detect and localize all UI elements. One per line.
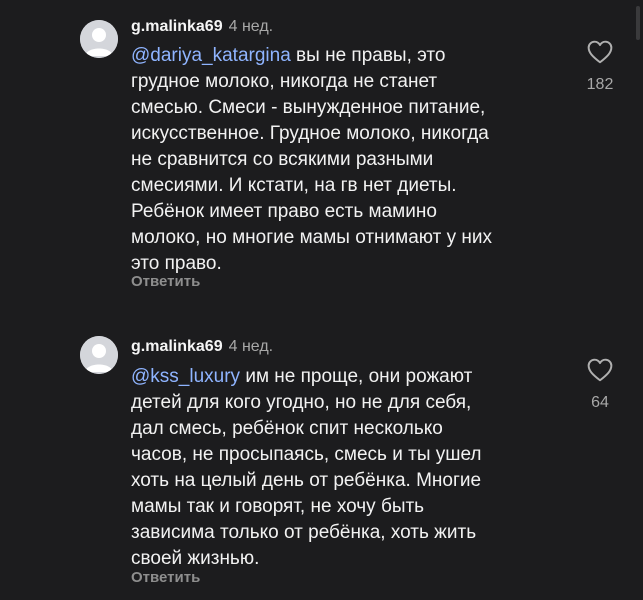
like-button[interactable]: 182 bbox=[580, 40, 620, 94]
text-line: мамы так и говорят, не хочу быть bbox=[131, 496, 425, 517]
timestamp: 4 нед. bbox=[228, 338, 274, 355]
scrollbar[interactable] bbox=[636, 6, 640, 40]
text-line: часов, не просыпаясь, смесь и ты ушел bbox=[131, 444, 482, 465]
default-avatar-icon bbox=[80, 20, 118, 58]
like-button[interactable]: 64 bbox=[580, 358, 620, 412]
username[interactable]: g.malinka69 bbox=[131, 18, 223, 35]
text-line: молоко, но многие мамы отнимают у них bbox=[131, 227, 492, 248]
mention-link[interactable]: @dariya_katargina bbox=[131, 45, 291, 66]
comment-text: @dariya_katargina вы не правы, это грудн… bbox=[131, 43, 571, 277]
heart-outline-icon bbox=[587, 358, 613, 382]
text-line: зависима только от ребёнка, хоть жить bbox=[131, 522, 477, 543]
like-count: 64 bbox=[591, 394, 609, 411]
comment-text: @kss_luxury им не проще, они рожают дете… bbox=[131, 364, 571, 572]
text-line: своей жизнью. bbox=[131, 548, 260, 569]
heart-outline-icon bbox=[587, 40, 613, 64]
reply-button[interactable]: Ответить bbox=[131, 569, 200, 586]
reply-button[interactable]: Ответить bbox=[131, 273, 200, 290]
text-line: это право. bbox=[131, 253, 222, 274]
text-line: смесью. Смеси - вынужденное питание, bbox=[131, 97, 486, 118]
avatar[interactable] bbox=[80, 20, 118, 58]
like-count: 182 bbox=[586, 76, 614, 93]
timestamp: 4 нед. bbox=[228, 18, 274, 35]
text-line: смесиями. И кстати, на гв нет диеты. bbox=[131, 175, 457, 196]
username[interactable]: g.malinka69 bbox=[131, 338, 223, 355]
comment-header: g.malinka69 4 нед. bbox=[131, 337, 273, 357]
text-line: им не проще, они рожают bbox=[240, 366, 473, 387]
text-line: искусственное. Грудное молоко, никогда bbox=[131, 123, 489, 144]
avatar[interactable] bbox=[80, 336, 118, 374]
text-line: не сравнится со всякими разными bbox=[131, 149, 434, 170]
text-line: Ребёнок имеет право есть мамино bbox=[131, 201, 437, 222]
text-line: грудное молоко, никогда не станет bbox=[131, 71, 438, 92]
text-line: вы не правы, это bbox=[290, 45, 446, 66]
text-line: дал смесь, ребёнок спит несколько bbox=[131, 418, 443, 439]
default-avatar-icon bbox=[80, 336, 118, 374]
comment-header: g.malinka69 4 нед. bbox=[131, 17, 273, 37]
text-line: хоть на целый день от ребёнка. Многие bbox=[131, 470, 482, 491]
mention-link[interactable]: @kss_luxury bbox=[131, 366, 240, 387]
text-line: детей для кого угодно, но не для себя, bbox=[131, 392, 472, 413]
